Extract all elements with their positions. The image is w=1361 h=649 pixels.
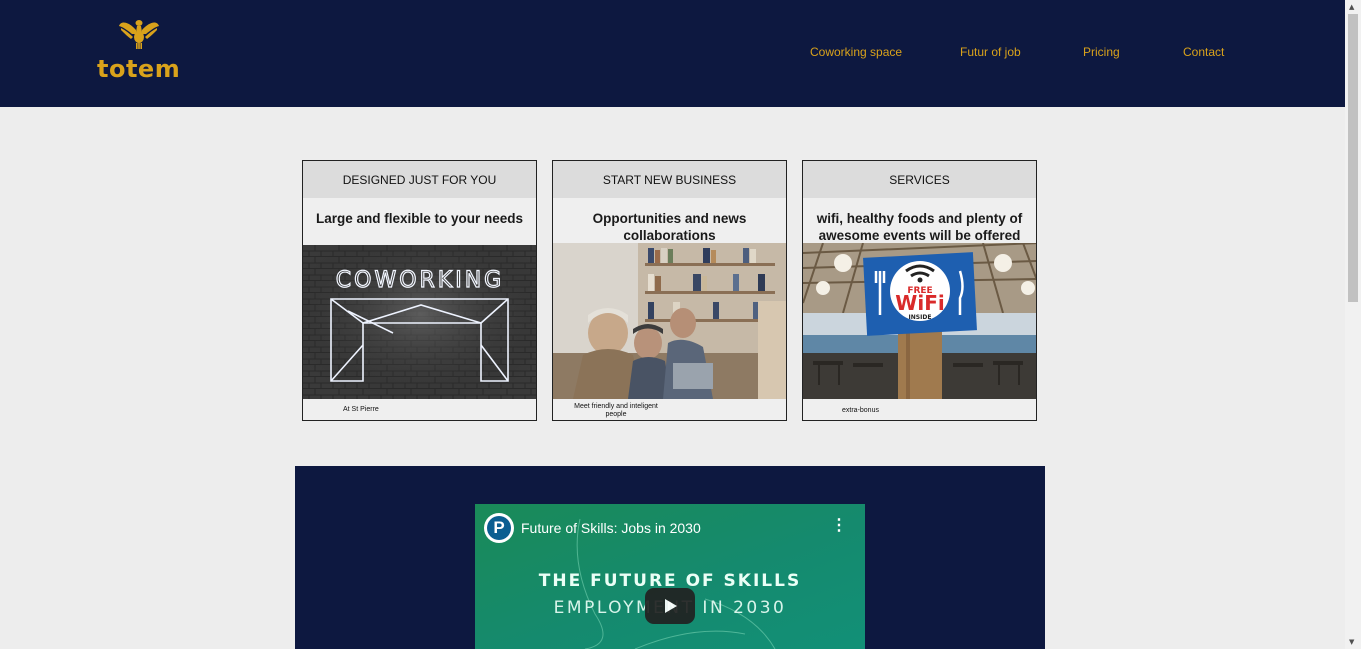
- neon-text: COWORKING: [336, 268, 504, 293]
- channel-initial: P: [487, 516, 511, 540]
- coworking-neon-image: COWORKING: [303, 245, 536, 399]
- free-wifi-image: FREE WiFi INSIDE: [803, 243, 1036, 399]
- more-options-icon[interactable]: ⋮: [831, 518, 847, 534]
- card-subtitle: Large and flexible to your needs: [315, 211, 524, 226]
- card-caption: Meet friendly and inteligent people: [566, 403, 666, 419]
- scroll-thumb[interactable]: [1348, 14, 1358, 302]
- card-title: DESIGNED JUST FOR YOU: [303, 161, 536, 198]
- scroll-up-arrow-icon[interactable]: ▲: [1349, 3, 1354, 11]
- video-player[interactable]: P Future of Skills: Jobs in 2030 ⋮ THE F…: [475, 504, 865, 649]
- people-library-image: [553, 243, 786, 399]
- nav-item-coworking-space[interactable]: Coworking space: [810, 45, 902, 59]
- card-title: SERVICES: [803, 161, 1036, 198]
- logo-text: totem: [97, 55, 181, 83]
- play-button[interactable]: [645, 588, 695, 624]
- nav-item-contact[interactable]: Contact: [1183, 45, 1224, 59]
- feature-card-business: START NEW BUSINESS Opportunities and new…: [552, 160, 787, 421]
- page-scrollbar[interactable]: ▲ ▼: [1345, 0, 1361, 649]
- nav-item-pricing[interactable]: Pricing: [1083, 45, 1120, 59]
- card-title: START NEW BUSINESS: [553, 161, 786, 198]
- play-icon: [665, 599, 677, 613]
- nav-item-futur-of-job[interactable]: Futur of job: [960, 45, 1021, 59]
- video-section: P Future of Skills: Jobs in 2030 ⋮ THE F…: [295, 466, 1045, 649]
- winged-scarab-icon: [119, 20, 159, 49]
- card-caption: At St Pierre: [343, 406, 379, 413]
- wifi-sign-wifi: WiFi: [895, 291, 944, 315]
- card-caption-line2: people: [605, 411, 627, 418]
- wifi-sign-inside: INSIDE: [909, 314, 932, 321]
- scroll-down-arrow-icon[interactable]: ▼: [1349, 638, 1354, 646]
- site-header: totem Coworking space Futur of job Prici…: [0, 0, 1345, 107]
- card-subtitle: Opportunities and news collaborations: [592, 211, 747, 243]
- logo[interactable]: totem: [97, 18, 187, 83]
- feature-card-designed: DESIGNED JUST FOR YOU Large and flexible…: [302, 160, 537, 421]
- video-title[interactable]: Future of Skills: Jobs in 2030: [521, 520, 701, 536]
- card-caption-line1: Meet friendly and inteligent: [574, 403, 658, 410]
- card-subtitle: wifi, healthy foods and plenty of awesom…: [816, 211, 1023, 243]
- feature-card-services: SERVICES wifi, healthy foods and plenty …: [802, 160, 1037, 421]
- channel-avatar[interactable]: P: [484, 513, 514, 543]
- card-caption: extra-bonus: [842, 407, 879, 414]
